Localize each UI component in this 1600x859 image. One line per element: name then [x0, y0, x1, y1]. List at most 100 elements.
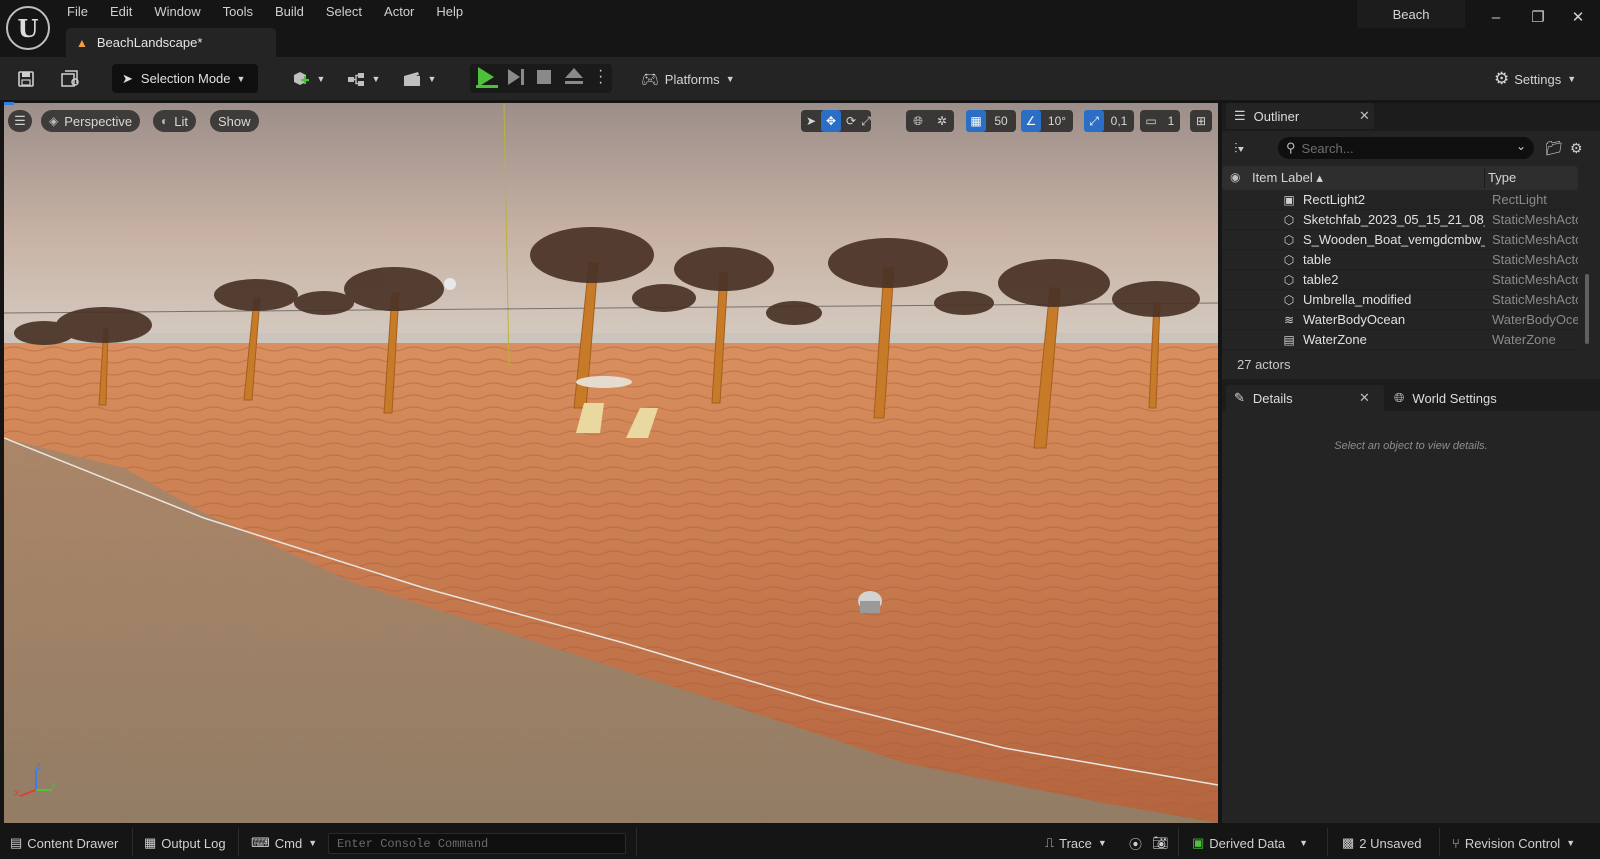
derived-data-dropdown[interactable]: ▣ Derived Data ▼: [1192, 832, 1308, 854]
row-label: RectLight2: [1303, 192, 1366, 207]
menu-help[interactable]: Help: [425, 0, 474, 24]
details-panel: [1222, 411, 1600, 823]
lit-sphere-icon: ◐: [161, 114, 169, 128]
outliner-search[interactable]: ⚲ ⌄: [1278, 137, 1534, 159]
row-label: WaterBodyOcean: [1303, 312, 1406, 327]
axis-x-label: X: [14, 789, 20, 798]
chevron-down-icon: ▼: [316, 74, 326, 84]
column-item-label[interactable]: Item Label ▴: [1252, 170, 1323, 186]
unsaved-icon: ▩: [1342, 835, 1355, 850]
save-icon[interactable]: [14, 66, 38, 92]
menu-file[interactable]: File: [56, 0, 99, 24]
menu-select[interactable]: Select: [315, 0, 373, 24]
camera-speed-control[interactable]: ▭ 1: [1140, 110, 1180, 132]
column-type[interactable]: Type: [1488, 170, 1516, 185]
column-separator[interactable]: [1484, 168, 1485, 188]
show-button[interactable]: Show: [210, 110, 259, 132]
move-tool-icon[interactable]: ✥: [821, 110, 841, 132]
cmd-dropdown[interactable]: ⌨ Cmd ▼: [251, 832, 317, 854]
chevron-down-icon: ▼: [725, 74, 735, 84]
tab-world-settings[interactable]: 🌐︎ World Settings: [1386, 385, 1546, 411]
outliner-row[interactable]: ⬡ Umbrella_modified StaticMeshActor: [1222, 290, 1578, 310]
outliner-search-input[interactable]: [1301, 140, 1512, 156]
browse-content-icon[interactable]: [58, 66, 84, 92]
unsaved-button[interactable]: ▩ 2 Unsaved: [1342, 832, 1421, 854]
platforms-label: Platforms: [664, 71, 720, 87]
console-command[interactable]: [328, 833, 626, 854]
chevron-down-icon: ▼: [1299, 838, 1309, 848]
menu-tools[interactable]: Tools: [212, 0, 264, 24]
revision-control-dropdown[interactable]: ⑂ Revision Control ▼: [1452, 832, 1575, 854]
search-history-chevron-icon[interactable]: ⌄: [1516, 139, 1526, 153]
chevron-down-icon: ▼: [427, 74, 437, 84]
rotate-tool-icon[interactable]: ⟳: [841, 110, 861, 132]
outliner-row[interactable]: ▤ WaterZone WaterZone: [1222, 330, 1578, 350]
stop-icon[interactable]: [537, 70, 551, 84]
menu-actor[interactable]: Actor: [373, 0, 425, 24]
settings-dropdown[interactable]: ⚙ Settings ▼: [1494, 66, 1576, 92]
surface-snap-icon[interactable]: ✲: [930, 110, 954, 132]
close-outliner-icon[interactable]: ✕: [1359, 108, 1370, 124]
eject-icon[interactable]: [565, 68, 583, 78]
pencil-icon: ✎: [1234, 390, 1245, 405]
lit-label: Lit: [174, 113, 188, 129]
selection-mode-dropdown[interactable]: ➤ Selection Mode ▼: [112, 64, 258, 93]
outliner-settings-icon[interactable]: ⚙: [1570, 140, 1583, 157]
blueprint-icon[interactable]: ▼: [343, 66, 383, 92]
outliner-row[interactable]: ⬡ S_Wooden_Boat_vemgdcmbw_l StaticMeshAc…: [1222, 230, 1578, 250]
close-window-button[interactable]: ✕: [1558, 2, 1598, 32]
grid-snap-control[interactable]: ▦ 50: [966, 110, 1016, 132]
perspective-button[interactable]: ◈ Perspective: [41, 110, 141, 132]
select-tool-icon[interactable]: ➤: [801, 110, 821, 132]
viewport-active-indicator: [4, 102, 14, 105]
menu-edit[interactable]: Edit: [99, 0, 143, 24]
outliner-scrollbar[interactable]: [1585, 274, 1589, 344]
menu-window[interactable]: Window: [143, 0, 211, 24]
static-mesh-icon: ⬡: [1283, 272, 1295, 287]
derived-data-label: Derived Data: [1209, 835, 1286, 851]
world-space-icon[interactable]: 🌐︎: [906, 110, 930, 132]
row-label: Umbrella_modified: [1303, 292, 1412, 307]
filter-icon[interactable]: ⫶▾: [1234, 140, 1244, 157]
platforms-dropdown[interactable]: 🎮︎ Platforms ▼: [641, 66, 735, 92]
more-options-icon[interactable]: · · ·: [598, 63, 603, 91]
outliner-row[interactable]: ▣ RectLight2 RectLight: [1222, 190, 1578, 210]
outliner-row[interactable]: ⬡ Sketchfab_2023_05_15_21_08_3 StaticMes…: [1222, 210, 1578, 230]
viewport-layout-icon: ⊞: [1195, 114, 1207, 128]
visibility-eye-icon[interactable]: ◉: [1230, 170, 1240, 184]
minimize-button[interactable]: –: [1476, 2, 1516, 32]
output-log-button[interactable]: ▦ Output Log: [144, 832, 226, 854]
play-icon[interactable]: [478, 67, 494, 87]
console-command-input[interactable]: [337, 834, 617, 853]
record-icon[interactable]: ⦿: [1129, 832, 1142, 854]
outliner-row[interactable]: ≋ WaterBodyOcean WaterBodyOcean: [1222, 310, 1578, 330]
world-settings-label: World Settings: [1412, 390, 1497, 406]
trace-dropdown[interactable]: ⎍ Trace ▼: [1045, 832, 1107, 854]
scale-tool-icon[interactable]: ⤢: [861, 110, 871, 132]
content-drawer-button[interactable]: ▤ Content Drawer: [10, 832, 118, 854]
level-viewport[interactable]: [4, 103, 1218, 823]
tab-outliner[interactable]: ☰ Outliner: [1226, 103, 1374, 129]
status-separator: [132, 828, 133, 856]
revision-control-label: Revision Control: [1464, 835, 1561, 851]
level-tab[interactable]: ▲ BeachLandscape*: [66, 28, 276, 57]
viewport-options-button[interactable]: ☰: [8, 110, 32, 132]
outliner-row[interactable]: ⬡ table2 StaticMeshActor: [1222, 270, 1578, 290]
cinematics-icon[interactable]: ▼: [399, 66, 439, 92]
advance-frame-icon[interactable]: [508, 69, 520, 85]
rotation-snap-control[interactable]: ∠ 10°: [1021, 110, 1073, 132]
screenshot-icon[interactable]: 📷︎: [1152, 832, 1169, 854]
scale-snap-control[interactable]: ⤢ 0,1: [1084, 110, 1134, 132]
axis-gizmo: Z X Y: [14, 762, 57, 798]
menu-build[interactable]: Build: [264, 0, 315, 24]
close-details-icon[interactable]: ✕: [1359, 390, 1370, 406]
view-mode-button[interactable]: ◐ Lit: [153, 110, 196, 132]
outliner-row[interactable]: ⬡ table StaticMeshActor: [1222, 250, 1578, 270]
row-type: RectLight: [1492, 192, 1547, 207]
axis-z-label: Z: [36, 762, 41, 771]
restore-button[interactable]: ❐: [1518, 2, 1558, 32]
unreal-logo-icon[interactable]: U: [6, 6, 50, 50]
layout-button[interactable]: ⊞: [1190, 110, 1212, 132]
new-folder-icon[interactable]: 📁︎: [1545, 140, 1563, 157]
add-actor-icon[interactable]: ▼: [288, 66, 328, 92]
